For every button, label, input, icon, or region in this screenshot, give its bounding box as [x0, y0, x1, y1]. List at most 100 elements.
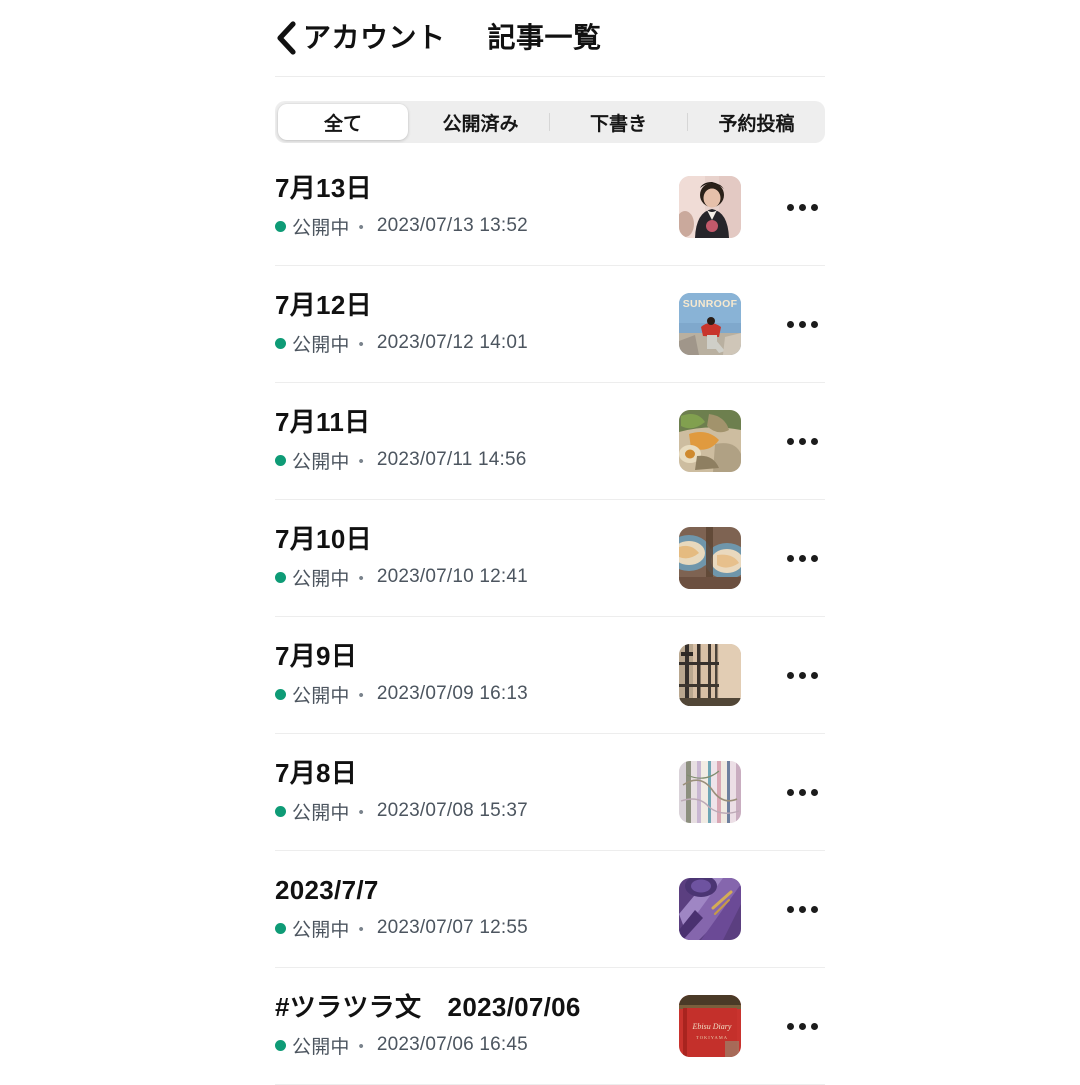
- tab-draft-label: 下書き: [589, 113, 647, 135]
- sunroof-album-thumbnail[interactable]: SUNROOF: [679, 293, 741, 355]
- list-item[interactable]: 7月13日 公開中 ・ 2023/07/13 13:52: [275, 149, 825, 266]
- article-meta: 公開中 ・ 2023/07/11 14:56: [275, 447, 669, 474]
- ellipsis-icon: [798, 671, 806, 679]
- article-title: 7月11日: [275, 408, 371, 438]
- ellipsis-icon: [798, 788, 806, 796]
- purple-stripes-thumbnail[interactable]: [679, 878, 741, 940]
- list-item[interactable]: 7月11日 公開中 ・ 2023/07/11 14:56: [275, 383, 825, 500]
- article-meta: 公開中 ・ 2023/07/10 12:41: [275, 564, 669, 591]
- article-title: 2023/7/7: [275, 876, 379, 906]
- list-item[interactable]: 2023/7/7 公開中 ・ 2023/07/07 12:55: [275, 851, 825, 968]
- article-info[interactable]: #ツラツラ文 2023/07/06 公開中 ・ 2023/07/06 16:45: [275, 993, 679, 1059]
- more-options-button[interactable]: [779, 301, 825, 347]
- list-item[interactable]: 7月9日 公開中 ・ 2023/07/09 16:13: [275, 617, 825, 734]
- article-title: 7月13日: [275, 174, 372, 204]
- tab-all[interactable]: 全て: [278, 104, 408, 140]
- status-dot-icon: [275, 220, 286, 232]
- article-info[interactable]: 7月13日 公開中 ・ 2023/07/13 13:52: [275, 174, 679, 240]
- article-info[interactable]: 7月10日 公開中 ・ 2023/07/10 12:41: [275, 525, 679, 591]
- meta-separator: ・: [351, 685, 371, 707]
- list-item[interactable]: 7月8日 公開中 ・ 2023/07/08 15:37: [275, 734, 825, 851]
- more-options-button[interactable]: [779, 184, 825, 230]
- scaffolding-thumbnail[interactable]: [679, 644, 741, 706]
- ellipsis-icon: [786, 203, 794, 211]
- status-badge: 公開中: [292, 451, 350, 473]
- article-info[interactable]: 7月8日 公開中 ・ 2023/07/08 15:37: [275, 759, 679, 825]
- article-list: 7月13日 公開中 ・ 2023/07/13 13:52 7月12日 公開中 ・…: [275, 149, 825, 1085]
- status-badge: 公開中: [292, 919, 350, 941]
- meta-separator: ・: [351, 919, 371, 941]
- pastel-abstract-thumbnail[interactable]: [679, 761, 741, 823]
- article-info[interactable]: 7月12日 公開中 ・ 2023/07/12 14:01: [275, 291, 679, 357]
- ellipsis-icon: [798, 1022, 806, 1030]
- article-datetime: 2023/07/06 16:45: [376, 1034, 528, 1056]
- more-options-button[interactable]: [779, 886, 825, 932]
- article-datetime: 2023/07/10 12:41: [376, 566, 528, 588]
- ellipsis-icon: [810, 905, 818, 913]
- more-options-button[interactable]: [779, 535, 825, 581]
- status-badge: 公開中: [292, 685, 350, 707]
- ellipsis-icon: [810, 203, 818, 211]
- tab-scheduled[interactable]: 予約投稿: [688, 101, 825, 143]
- more-options-button[interactable]: [779, 652, 825, 698]
- back-label[interactable]: アカウント: [303, 24, 446, 52]
- article-info[interactable]: 7月11日 公開中 ・ 2023/07/11 14:56: [275, 408, 679, 474]
- status-dot-icon: [275, 688, 286, 700]
- ellipsis-icon: [786, 1022, 794, 1030]
- app-screen: アカウント 記事一覧 全て 公開済み 下書き 予約投稿 7月13日 公開中 ・ …: [0, 0, 1080, 1085]
- filter-tabs[interactable]: 全て 公開済み 下書き 予約投稿: [275, 101, 825, 143]
- ellipsis-icon: [798, 905, 806, 913]
- status-badge: 公開中: [292, 217, 350, 239]
- article-meta: 公開中 ・ 2023/07/08 15:37: [275, 798, 669, 825]
- ellipsis-icon: [798, 320, 806, 328]
- article-meta: 公開中 ・ 2023/07/07 12:55: [275, 915, 669, 942]
- list-item[interactable]: 7月12日 公開中 ・ 2023/07/12 14:01 SUNROOF: [275, 266, 825, 383]
- meta-separator: ・: [351, 568, 371, 590]
- meta-separator: ・: [351, 802, 371, 824]
- article-info[interactable]: 7月9日 公開中 ・ 2023/07/09 16:13: [275, 642, 679, 708]
- article-meta: 公開中 ・ 2023/07/12 14:01: [275, 330, 669, 357]
- article-meta: 公開中 ・ 2023/07/09 16:13: [275, 681, 669, 708]
- article-datetime: 2023/07/11 14:56: [376, 449, 527, 471]
- status-dot-icon: [275, 922, 286, 934]
- ellipsis-icon: [786, 788, 794, 796]
- ellipsis-icon: [798, 437, 806, 445]
- more-options-button[interactable]: [779, 418, 825, 464]
- svg-text:SUNROOF: SUNROOF: [683, 298, 738, 310]
- meta-separator: ・: [351, 217, 371, 239]
- status-dot-icon: [275, 1039, 286, 1051]
- tab-all-label: 全て: [323, 113, 362, 135]
- chevron-left-icon[interactable]: [273, 21, 299, 55]
- list-item[interactable]: #ツラツラ文 2023/07/06 公開中 ・ 2023/07/06 16:45: [275, 968, 825, 1085]
- page-title: 記事一覧: [487, 22, 602, 53]
- tab-published[interactable]: 公開済み: [412, 101, 549, 143]
- ellipsis-icon: [786, 554, 794, 562]
- tab-draft[interactable]: 下書き: [550, 101, 687, 143]
- portrait-person-thumbnail[interactable]: [679, 176, 741, 238]
- article-datetime: 2023/07/08 15:37: [376, 800, 528, 822]
- blue-plate-food-thumbnail[interactable]: [679, 527, 741, 589]
- list-item[interactable]: 7月10日 公開中 ・ 2023/07/10 12:41: [275, 500, 825, 617]
- status-dot-icon: [275, 805, 286, 817]
- article-datetime: 2023/07/13 13:52: [376, 215, 528, 237]
- ellipsis-icon: [810, 788, 818, 796]
- article-info[interactable]: 2023/7/7 公開中 ・ 2023/07/07 12:55: [275, 876, 679, 942]
- tab-scheduled-label: 予約投稿: [718, 113, 795, 135]
- article-title: 7月12日: [275, 291, 372, 321]
- ellipsis-icon: [786, 905, 794, 913]
- more-options-button[interactable]: [779, 769, 825, 815]
- tab-published-label: 公開済み: [442, 113, 519, 135]
- more-options-button[interactable]: [779, 1003, 825, 1049]
- status-badge: 公開中: [292, 334, 350, 356]
- article-title: 7月10日: [275, 525, 372, 555]
- status-dot-icon: [275, 337, 286, 349]
- ellipsis-icon: [798, 554, 806, 562]
- ellipsis-icon: [786, 320, 794, 328]
- status-badge: 公開中: [292, 568, 350, 590]
- red-diary-book-thumbnail[interactable]: Ebisu Diary TOKIYAMA: [679, 995, 741, 1057]
- status-badge: 公開中: [292, 1036, 350, 1058]
- ellipsis-icon: [810, 437, 818, 445]
- article-title: 7月9日: [275, 642, 358, 672]
- salad-food-thumbnail[interactable]: [679, 410, 741, 472]
- ellipsis-icon: [798, 203, 806, 211]
